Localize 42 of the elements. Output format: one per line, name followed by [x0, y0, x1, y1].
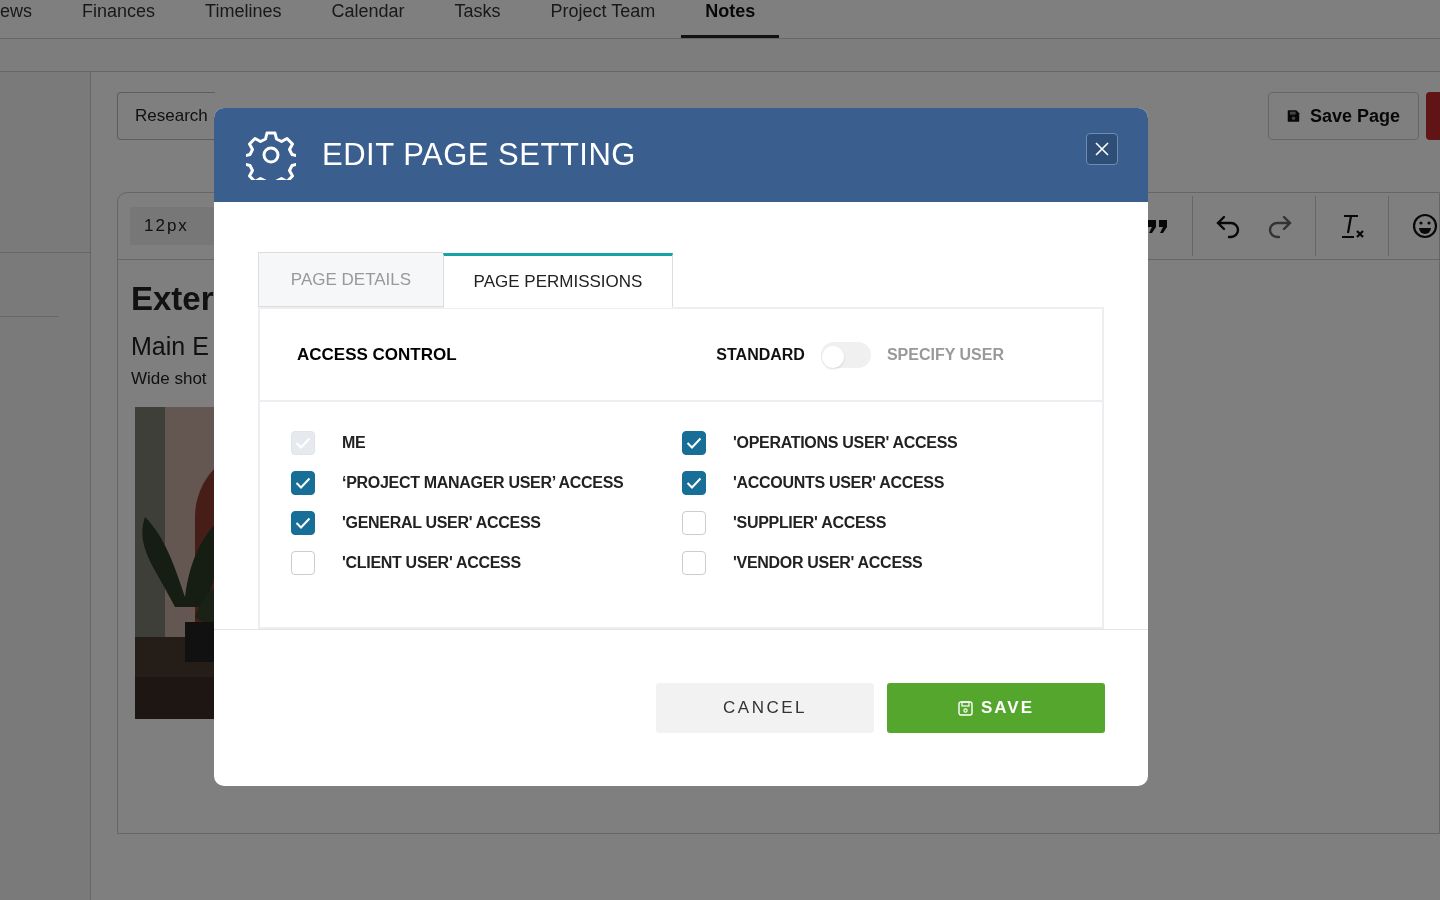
document-subheading: Main E [131, 332, 209, 361]
save-page-button[interactable]: Save Page [1268, 92, 1419, 140]
page-name-field[interactable]: Research [117, 92, 215, 140]
dialog-tab[interactable]: PAGE PERMISSIONS [443, 253, 673, 308]
nav-tab[interactable]: ews [0, 0, 32, 38]
access-control-label: ACCESS CONTROL [297, 344, 457, 365]
settings-icon [246, 130, 296, 180]
permission-label: 'VENDOR USER' ACCESS [733, 554, 923, 572]
dialog-title: EDIT PAGE SETTING [322, 137, 636, 173]
check-icon [686, 477, 702, 489]
nav-tab[interactable]: Finances [82, 0, 156, 38]
nav-tab[interactable]: Project Team [550, 0, 656, 38]
toggle-switch[interactable] [820, 341, 871, 368]
specify-user-option: SPECIFY USER [886, 345, 1004, 364]
smiley-icon[interactable] [1411, 212, 1439, 240]
check-icon [295, 517, 311, 529]
checkbox[interactable] [291, 511, 315, 535]
permission-label: ‘PROJECT MANAGER USER’ ACCESS [342, 474, 624, 492]
close-button[interactable] [1086, 133, 1118, 165]
dialog-tab[interactable]: PAGE DETAILS [258, 252, 443, 307]
permission-label: 'ACCOUNTS USER' ACCESS [733, 474, 945, 492]
permission-label: 'CLIENT USER' ACCESS [342, 554, 521, 572]
image-caption: Wide shot [131, 369, 207, 389]
document-heading: Exter [131, 280, 214, 318]
checkbox[interactable] [682, 431, 706, 455]
permission-label: 'SUPPLIER' ACCESS [733, 514, 887, 532]
save-button[interactable]: SAVE [887, 683, 1105, 733]
check-icon [295, 477, 311, 489]
checkbox[interactable] [682, 471, 706, 495]
checkbox[interactable] [291, 471, 315, 495]
font-size-select[interactable]: 12px [130, 207, 216, 245]
permission-label: ME [342, 434, 366, 452]
check-icon [295, 437, 311, 449]
cancel-button[interactable]: CANCEL [656, 683, 874, 733]
check-icon [686, 437, 702, 449]
permission-label: 'OPERATIONS USER' ACCESS [733, 434, 958, 452]
nav-tab[interactable]: Tasks [454, 0, 501, 38]
permission-label: 'GENERAL USER' ACCESS [342, 514, 541, 532]
close-icon [1095, 142, 1109, 156]
standard-option: STANDARD [716, 345, 805, 364]
nav-tab[interactable]: Calendar [331, 0, 405, 38]
nav-tab[interactable]: Timelines [205, 0, 282, 38]
